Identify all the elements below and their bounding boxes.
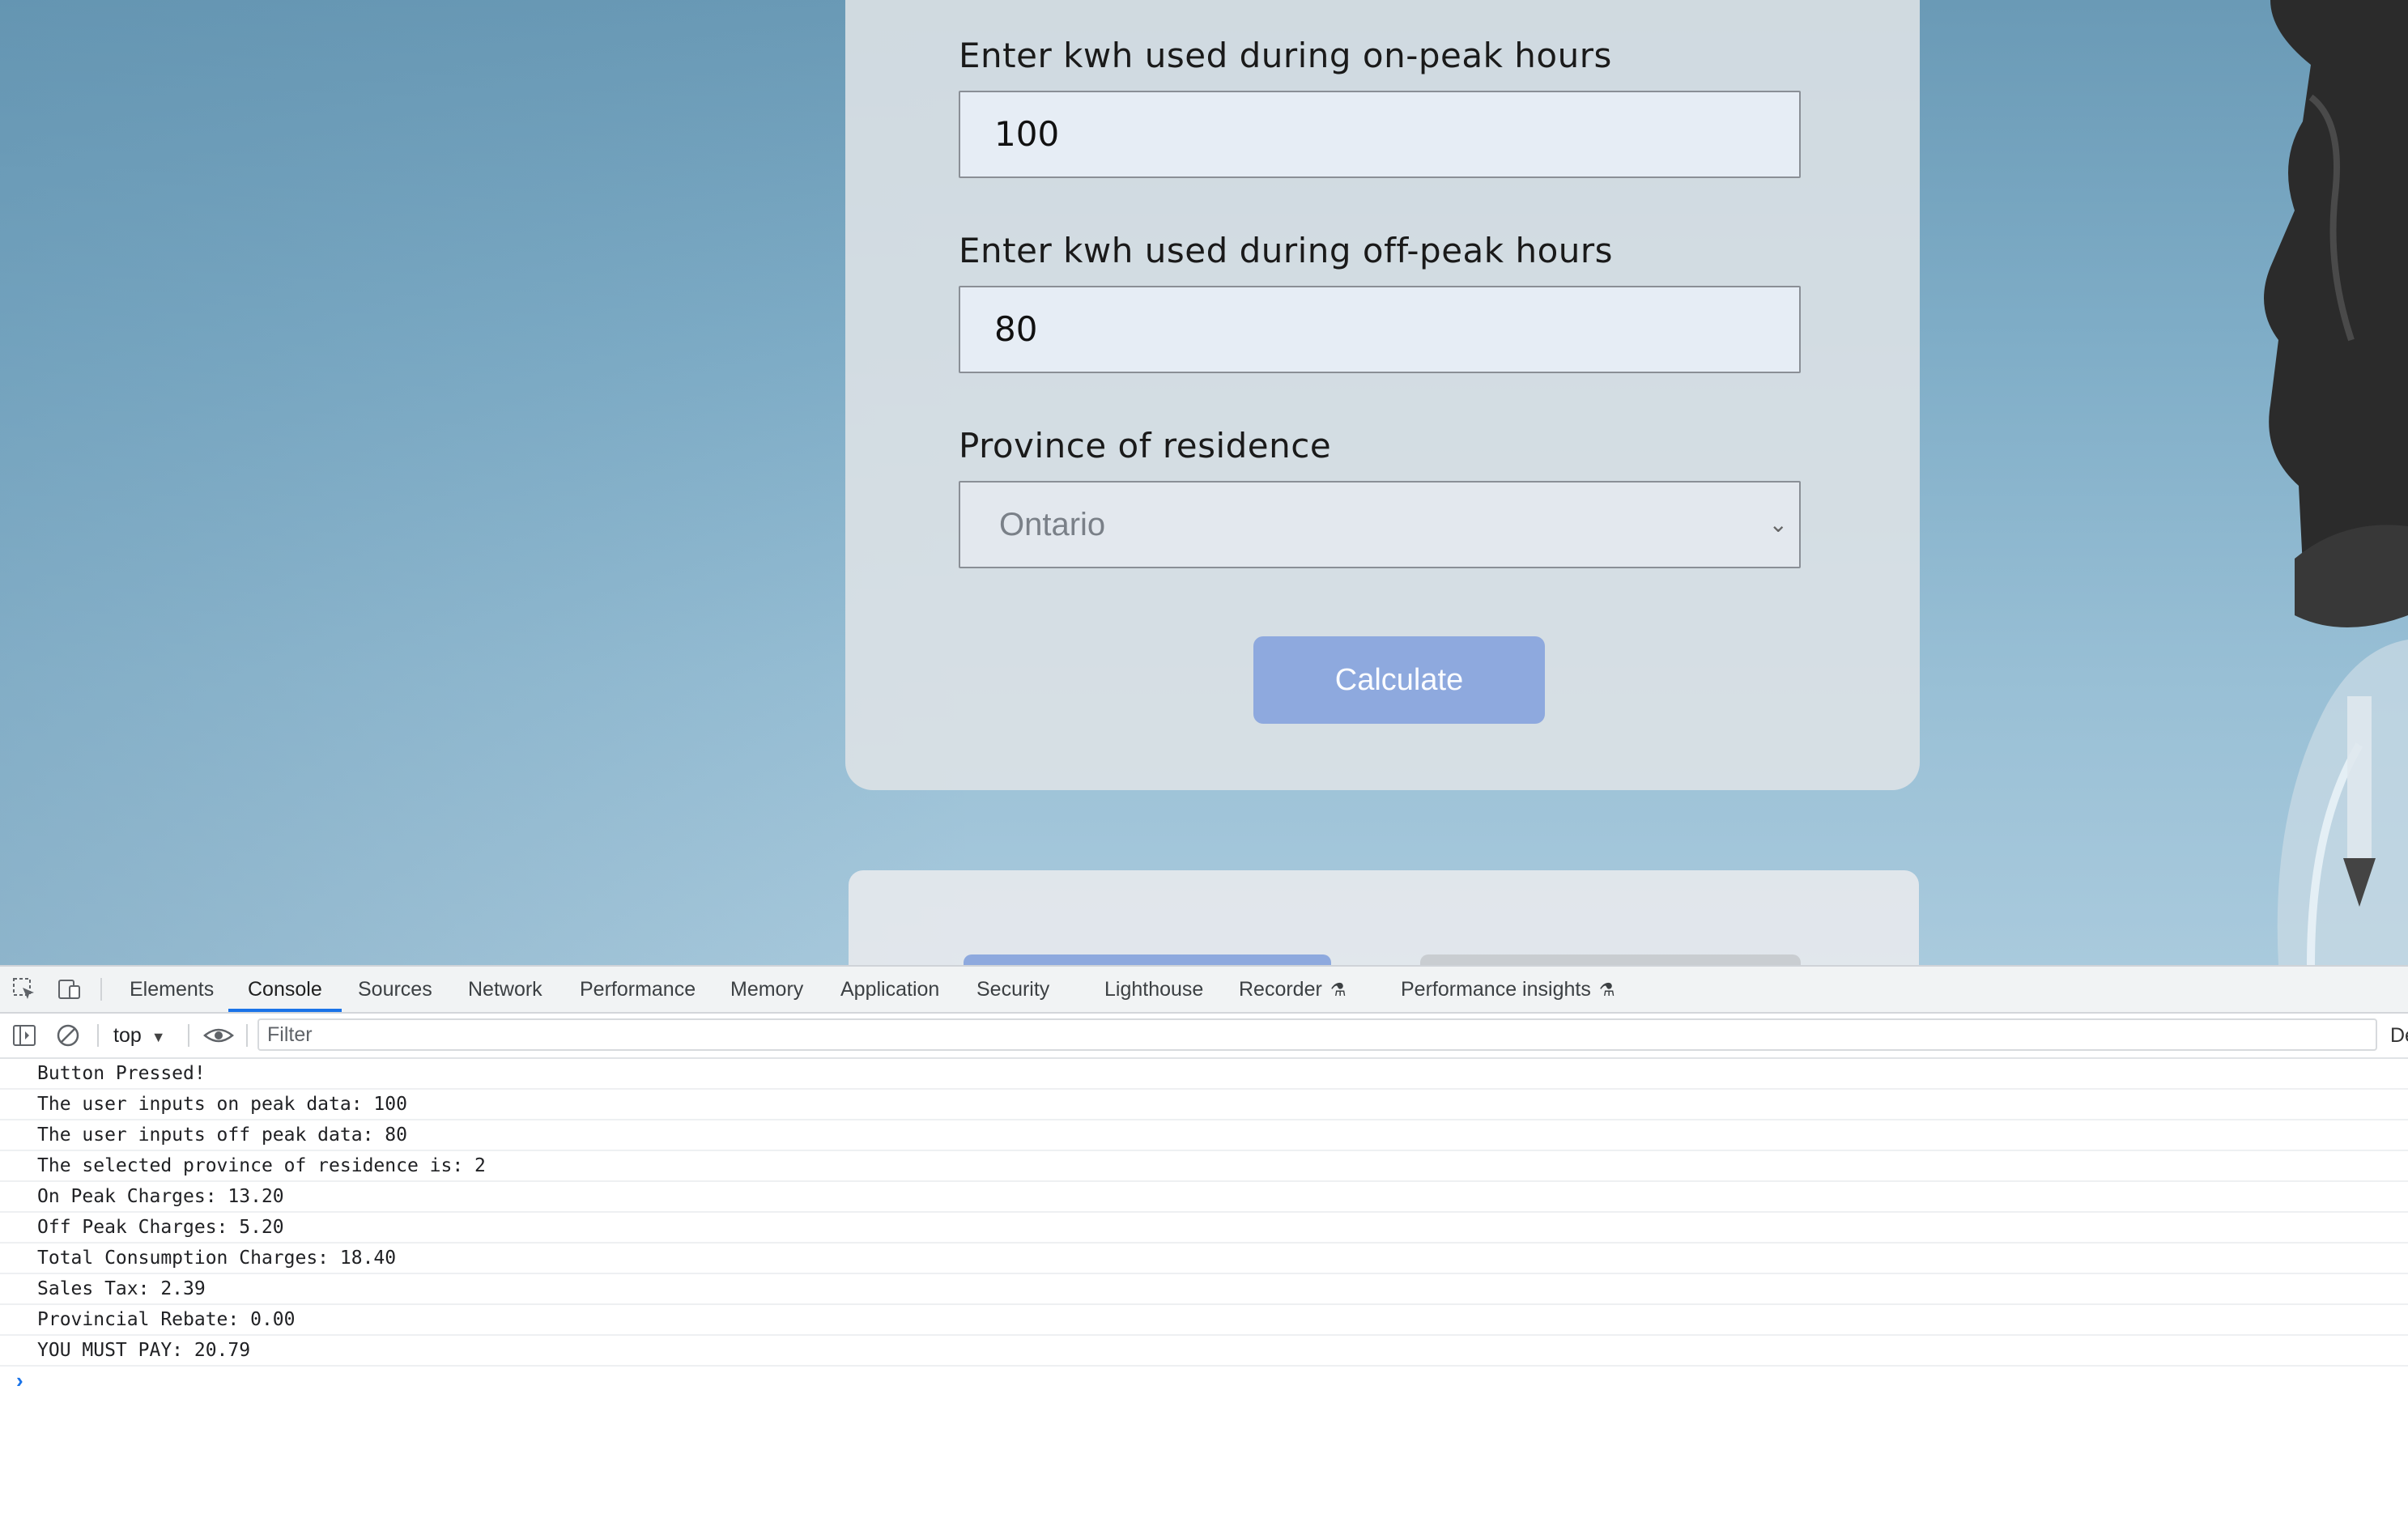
page-viewport: Enter kwh used during on-peak hours 100 … <box>0 0 2408 965</box>
toolbar-divider <box>97 1024 99 1047</box>
console-line: Off Peak Charges: 5.20 <box>0 1213 2408 1244</box>
province-selected-value: Ontario <box>999 507 1106 542</box>
calculator-card: Enter kwh used during on-peak hours 100 … <box>845 0 1920 790</box>
devtools-tabbar: Elements Console Sources Network Perform… <box>0 967 2408 1014</box>
clear-console-icon[interactable] <box>55 1022 81 1048</box>
tab-performance[interactable]: Performance <box>578 967 697 1012</box>
console-filter-input[interactable]: Filter <box>257 1018 2377 1051</box>
tab-lighthouse[interactable]: Lighthouse <box>1103 967 1205 1012</box>
console-line: The user inputs off peak data: 80 <box>0 1120 2408 1151</box>
tab-recorder[interactable]: Recorder ⚗ <box>1237 967 1348 1012</box>
devtools-panel: Elements Console Sources Network Perform… <box>0 965 2408 1522</box>
results-tab-secondary[interactable] <box>1420 954 1801 965</box>
toolbar-divider <box>100 978 102 1001</box>
context-selector-label: top <box>113 1024 142 1047</box>
tab-application[interactable]: Application <box>839 967 941 1012</box>
device-toolbar-icon[interactable] <box>57 976 83 1002</box>
tab-recorder-label: Recorder <box>1239 978 1322 1001</box>
console-prompt-icon[interactable]: › <box>16 1368 23 1393</box>
default-levels-dropdown[interactable]: De <box>2390 1014 2408 1057</box>
sidebar-toggle-icon[interactable] <box>11 1022 37 1048</box>
tab-network[interactable]: Network <box>466 967 544 1012</box>
tab-performance-insights-label: Performance insights <box>1401 978 1591 1001</box>
chevron-down-icon: ⌄ <box>1768 512 1788 537</box>
toolbar-divider <box>246 1024 248 1047</box>
tab-sources[interactable]: Sources <box>356 967 434 1012</box>
console-line: Sales Tax: 2.39 <box>0 1274 2408 1305</box>
console-line: Total Consumption Charges: 18.40 <box>0 1244 2408 1274</box>
console-line: Button Pressed! <box>0 1059 2408 1090</box>
toolbar-divider <box>188 1024 189 1047</box>
calculate-button[interactable]: Calculate <box>1253 636 1545 724</box>
tab-elements[interactable]: Elements <box>128 967 215 1012</box>
experiment-flask-icon: ⚗ <box>1598 980 1615 1000</box>
on-peak-label: Enter kwh used during on-peak hours <box>959 36 1612 75</box>
console-line: On Peak Charges: 13.20 <box>0 1182 2408 1213</box>
experiment-flask-icon: ⚗ <box>1330 980 1347 1000</box>
off-peak-input[interactable]: 80 <box>959 286 1801 373</box>
dropdown-triangle-icon: ▼ <box>151 1029 166 1045</box>
context-selector[interactable]: top ▼ <box>113 1014 166 1057</box>
light-bulb-image <box>2264 0 2408 965</box>
tab-security[interactable]: Security <box>975 967 1051 1012</box>
tab-memory[interactable]: Memory <box>729 967 805 1012</box>
console-toolbar: top ▼ Filter De <box>0 1014 2408 1059</box>
tab-performance-insights[interactable]: Performance insights ⚗ <box>1399 967 1617 1012</box>
off-peak-label: Enter kwh used during off-peak hours <box>959 231 1614 270</box>
console-line: The selected province of residence is: 2 <box>0 1151 2408 1182</box>
province-select[interactable]: Ontario ⌄ <box>959 481 1801 568</box>
sky-background <box>0 0 972 965</box>
tab-console[interactable]: Console <box>228 967 342 1012</box>
console-line: The user inputs on peak data: 100 <box>0 1090 2408 1120</box>
console-line: YOU MUST PAY: 20.79 <box>0 1336 2408 1367</box>
results-tab-primary[interactable] <box>964 954 1331 965</box>
console-line: Provincial Rebate: 0.00 <box>0 1305 2408 1336</box>
province-label: Province of residence <box>959 426 1332 466</box>
eye-icon[interactable] <box>202 1022 235 1048</box>
results-card <box>849 870 1919 965</box>
on-peak-input[interactable]: 100 <box>959 91 1801 178</box>
inspect-element-icon[interactable] <box>11 976 37 1002</box>
